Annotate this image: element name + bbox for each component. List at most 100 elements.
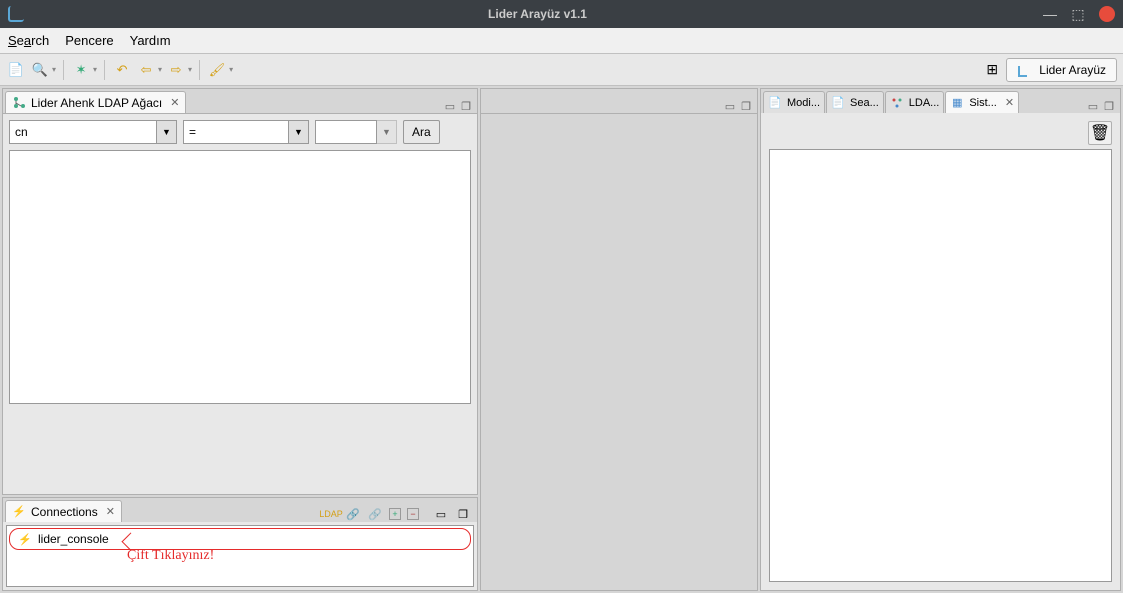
menu-yardim[interactable]: Yardım	[130, 33, 171, 48]
ldap-op-combo: ▼	[183, 120, 309, 144]
maximize-view-icon[interactable]: ❐	[741, 100, 751, 113]
tab-system[interactable]: ▦ Sist... ✕	[945, 91, 1019, 113]
maximize-view-icon[interactable]: ❐	[461, 100, 471, 113]
tool-forward[interactable]: ⇨	[166, 60, 186, 80]
perspective-icon	[1017, 62, 1033, 78]
open-perspective-button[interactable]: ⊞	[982, 60, 1002, 80]
perspective-button[interactable]: Lider Arayüz	[1006, 58, 1117, 82]
tool-new[interactable]: 📄	[6, 60, 26, 80]
close-tab-icon[interactable]: ✕	[1005, 96, 1014, 109]
doc-icon: 📄	[768, 96, 782, 110]
minimize-view-icon[interactable]: ▭	[433, 506, 449, 522]
properties-body: 🗑	[761, 113, 1120, 590]
right-tab-tools: ▭ ❐	[1088, 100, 1118, 113]
menu-pencere[interactable]: Pencere	[65, 33, 113, 48]
annotation-text: Çift Tıklayınız!	[127, 548, 214, 564]
minimize-button[interactable]: —	[1043, 7, 1057, 21]
connection-item-label: lider_console	[38, 532, 109, 546]
close-tab-icon[interactable]: ✕	[106, 505, 115, 518]
connections-toolbar: LDAP 🔗 🔗 + − ▭ ❐	[323, 506, 475, 522]
middle-column: ▭ ❐	[480, 88, 758, 591]
tool-back-dropdown[interactable]: ▾	[158, 65, 162, 74]
maximize-view-icon[interactable]: ❐	[455, 506, 471, 522]
ldap-tree-tab-tools: ▭ ❐	[445, 100, 475, 113]
toolbar-separator	[199, 60, 200, 80]
ldap-val-input[interactable]	[315, 120, 377, 144]
connections-icon: ⚡	[12, 505, 26, 519]
editor-body	[481, 113, 757, 590]
conn-expand-icon[interactable]: +	[389, 508, 401, 520]
tool-search[interactable]: 🔍	[30, 60, 50, 80]
tab-search[interactable]: 📄 Sea...	[826, 91, 884, 113]
conn-unlink-icon[interactable]: 🔗	[367, 506, 383, 522]
conn-link-icon[interactable]: 🔗	[345, 506, 361, 522]
editor-tabbar: ▭ ❐	[481, 89, 757, 113]
tool-highlight[interactable]: 🖌	[207, 60, 227, 80]
ldap-tree-icon	[12, 96, 26, 110]
tool-search-dropdown[interactable]: ▾	[52, 65, 56, 74]
maximize-button[interactable]: ⬚	[1071, 7, 1085, 21]
delete-button[interactable]: 🗑	[1088, 121, 1112, 145]
tool-bookmark[interactable]: ✶	[71, 60, 91, 80]
ldap-tree-view: Lider Ahenk LDAP Ağacı ✕ ▭ ❐ ▼ ▼	[2, 88, 478, 495]
tab-system-label: Sist...	[969, 97, 997, 109]
doc-icon: 📄	[831, 96, 845, 110]
right-column: 📄 Modi... 📄 Sea... LDA... ▦ Sist... ✕	[760, 88, 1121, 591]
ldap-attr-input[interactable]	[9, 120, 157, 144]
properties-toolbar: 🗑	[769, 121, 1112, 145]
ldap-tree-tab-label: Lider Ahenk LDAP Ağacı	[31, 96, 162, 110]
tab-ldap-label: LDA...	[909, 97, 940, 109]
editor-view: ▭ ❐	[480, 88, 758, 591]
minimize-view-icon[interactable]: ▭	[725, 100, 735, 113]
tool-forward-dropdown[interactable]: ▾	[188, 65, 192, 74]
window-title: Lider Arayüz v1.1	[32, 7, 1043, 21]
perspective-label: Lider Arayüz	[1039, 63, 1106, 77]
connections-view: ⚡ Connections ✕ LDAP 🔗 🔗 + − ▭ ❐ ⚡ lid	[2, 497, 478, 591]
app-icon	[8, 6, 24, 22]
ldap-tree-tabbar: Lider Ahenk LDAP Ağacı ✕ ▭ ❐	[3, 89, 477, 113]
properties-view: 📄 Modi... 📄 Sea... LDA... ▦ Sist... ✕	[760, 88, 1121, 591]
conn-ldap-icon[interactable]: LDAP	[323, 506, 339, 522]
tool-back[interactable]: ⇦	[136, 60, 156, 80]
main-toolbar: 📄 🔍 ▾ ✶ ▾ ↶ ⇦ ▾ ⇨ ▾ 🖌 ▾ ⊞ Lider Arayüz	[0, 54, 1123, 86]
ldap-search-row: ▼ ▼ ▼ Ara	[9, 120, 471, 144]
minimize-view-icon[interactable]: ▭	[445, 100, 455, 113]
trash-icon: 🗑	[1090, 123, 1110, 143]
system-icon: ▦	[950, 96, 964, 110]
minimize-view-icon[interactable]: ▭	[1088, 100, 1098, 113]
ldap-op-input[interactable]	[183, 120, 289, 144]
ldap-attr-combo: ▼	[9, 120, 177, 144]
ldap-tree-area[interactable]	[9, 150, 471, 404]
menubar: Search Pencere Yardım	[0, 28, 1123, 54]
properties-area[interactable]	[769, 149, 1112, 582]
tool-bookmark-dropdown[interactable]: ▾	[93, 65, 97, 74]
tool-undo[interactable]: ↶	[112, 60, 132, 80]
connections-tabbar: ⚡ Connections ✕ LDAP 🔗 🔗 + − ▭ ❐	[3, 498, 477, 522]
titlebar: Lider Arayüz v1.1 — ⬚	[0, 0, 1123, 28]
menu-search[interactable]: Search	[8, 33, 49, 48]
tab-ldap[interactable]: LDA...	[885, 91, 945, 113]
connection-item[interactable]: ⚡ lider_console	[9, 528, 471, 550]
tab-modifications-label: Modi...	[787, 97, 820, 109]
window-controls: — ⬚	[1043, 6, 1115, 22]
close-tab-icon[interactable]: ✕	[170, 96, 179, 109]
ldap-tree-tab[interactable]: Lider Ahenk LDAP Ağacı ✕	[5, 91, 186, 113]
connection-item-icon: ⚡	[18, 532, 32, 546]
ldap-attr-dropdown[interactable]: ▼	[157, 120, 177, 144]
toolbar-separator	[104, 60, 105, 80]
tab-modifications[interactable]: 📄 Modi...	[763, 91, 825, 113]
connections-list: ⚡ lider_console Çift Tıklayınız!	[6, 525, 474, 587]
ldap-icon	[890, 96, 904, 110]
right-tabbar: 📄 Modi... 📄 Sea... LDA... ▦ Sist... ✕	[761, 89, 1120, 113]
ldap-tree-body: ▼ ▼ ▼ Ara	[3, 113, 477, 494]
ldap-val-combo: ▼	[315, 120, 397, 144]
ldap-search-button[interactable]: Ara	[403, 120, 440, 144]
ldap-val-dropdown[interactable]: ▼	[377, 120, 397, 144]
close-button[interactable]	[1099, 6, 1115, 22]
toolbar-separator	[63, 60, 64, 80]
conn-collapse-icon[interactable]: −	[407, 508, 419, 520]
ldap-op-dropdown[interactable]: ▼	[289, 120, 309, 144]
maximize-view-icon[interactable]: ❐	[1104, 100, 1114, 113]
connections-tab[interactable]: ⚡ Connections ✕	[5, 500, 122, 522]
tool-highlight-dropdown[interactable]: ▾	[229, 65, 233, 74]
